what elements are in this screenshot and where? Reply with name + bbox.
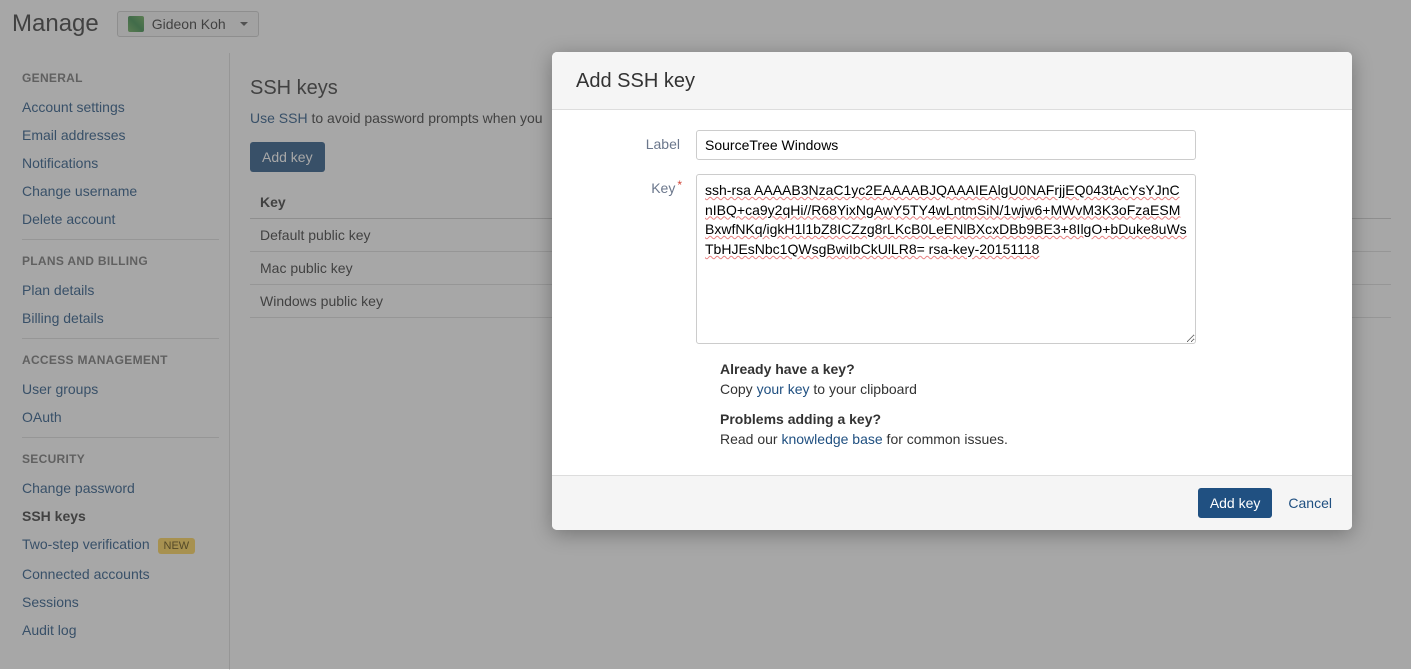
modal-title: Add SSH key — [576, 70, 1328, 93]
help-have-key-q: Already have a key? — [720, 361, 1328, 377]
key-field-label: Key — [576, 174, 696, 347]
help-text: to your clipboard — [810, 381, 917, 397]
modal-header: Add SSH key — [552, 52, 1352, 110]
help-text: Copy — [720, 381, 757, 397]
label-field-label: Label — [576, 130, 696, 160]
add-ssh-key-modal: Add SSH key Label Key Already have a key… — [552, 52, 1352, 530]
modal-cancel-link[interactable]: Cancel — [1288, 495, 1332, 511]
help-text: for common issues. — [883, 431, 1008, 447]
help-text: Read our — [720, 431, 781, 447]
help-problems-line: Read our knowledge base for common issue… — [720, 431, 1328, 447]
knowledge-base-link[interactable]: knowledge base — [781, 431, 882, 447]
label-input[interactable] — [696, 130, 1196, 160]
key-textarea[interactable] — [696, 174, 1196, 344]
help-problems-q: Problems adding a key? — [720, 411, 1328, 427]
your-key-link[interactable]: your key — [757, 381, 810, 397]
modal-add-key-button[interactable]: Add key — [1198, 488, 1273, 518]
help-have-key-line: Copy your key to your clipboard — [720, 381, 1328, 397]
